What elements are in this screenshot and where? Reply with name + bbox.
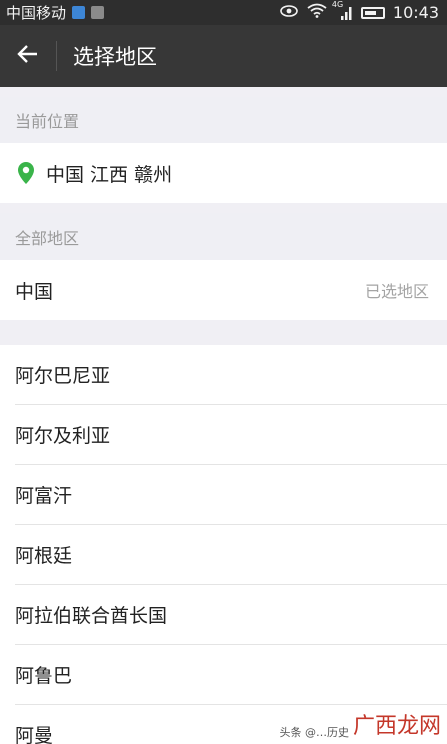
page-title: 选择地区	[73, 45, 157, 69]
list-item[interactable]: 阿拉伯联合酋长国	[15, 585, 447, 645]
current-location-label: 当前位置	[15, 112, 80, 131]
country-name: 阿尔巴尼亚	[15, 365, 111, 387]
location-pin-icon	[18, 162, 34, 184]
back-button[interactable]	[0, 25, 56, 87]
current-location-value: 中国 江西 赣州	[46, 163, 173, 186]
country-name: 阿根廷	[15, 545, 73, 567]
country-list[interactable]: 阿尔巴尼亚 阿尔及利亚 阿富汗 阿根廷 阿拉伯联合酋长国 阿鲁巴 阿曼	[0, 345, 447, 744]
back-arrow-icon	[17, 44, 39, 68]
carrier-name: 中国移动	[6, 4, 67, 22]
network-type-label: 4G	[331, 0, 344, 9]
app-bar: 选择地区	[0, 25, 447, 87]
current-location-header: 当前位置	[0, 97, 447, 143]
list-item[interactable]: 阿尔巴尼亚	[15, 345, 447, 405]
signal-icon: 4G	[332, 0, 353, 20]
country-name: 阿拉伯联合酋长国	[15, 605, 168, 627]
app-notification-icon	[72, 6, 86, 19]
status-bar: 中国移动 4G 10:43	[0, 0, 447, 25]
image-notification-icon	[91, 6, 105, 19]
country-name: 阿鲁巴	[15, 665, 73, 687]
all-regions-header: 全部地区	[0, 213, 447, 260]
title-divider	[56, 41, 57, 71]
country-name: 阿富汗	[15, 485, 73, 507]
current-location-row[interactable]: 中国 江西 赣州	[0, 143, 447, 203]
country-name: 阿尔及利亚	[15, 425, 111, 447]
all-regions-label: 全部地区	[15, 228, 80, 248]
list-item[interactable]: 阿尔及利亚	[15, 405, 447, 465]
watermark: 头条 @…历史 广西龙网	[279, 708, 441, 740]
battery-icon	[360, 6, 385, 19]
watermark-caption: 头条 @…历史	[279, 726, 349, 739]
selected-country-row[interactable]: 中国 已选地区	[0, 260, 447, 320]
watermark-logo: 广西龙网	[352, 714, 441, 739]
list-item[interactable]: 阿根廷	[15, 525, 447, 585]
country-name: 阿曼	[15, 725, 54, 744]
wifi-icon	[307, 3, 327, 22]
selected-region-tag: 已选地区	[364, 282, 429, 301]
list-item[interactable]: 阿富汗	[15, 465, 447, 525]
eye-icon	[279, 4, 299, 22]
list-item[interactable]: 阿鲁巴	[15, 645, 447, 705]
selected-country-name: 中国	[15, 280, 54, 303]
status-time: 10:43	[392, 3, 439, 22]
